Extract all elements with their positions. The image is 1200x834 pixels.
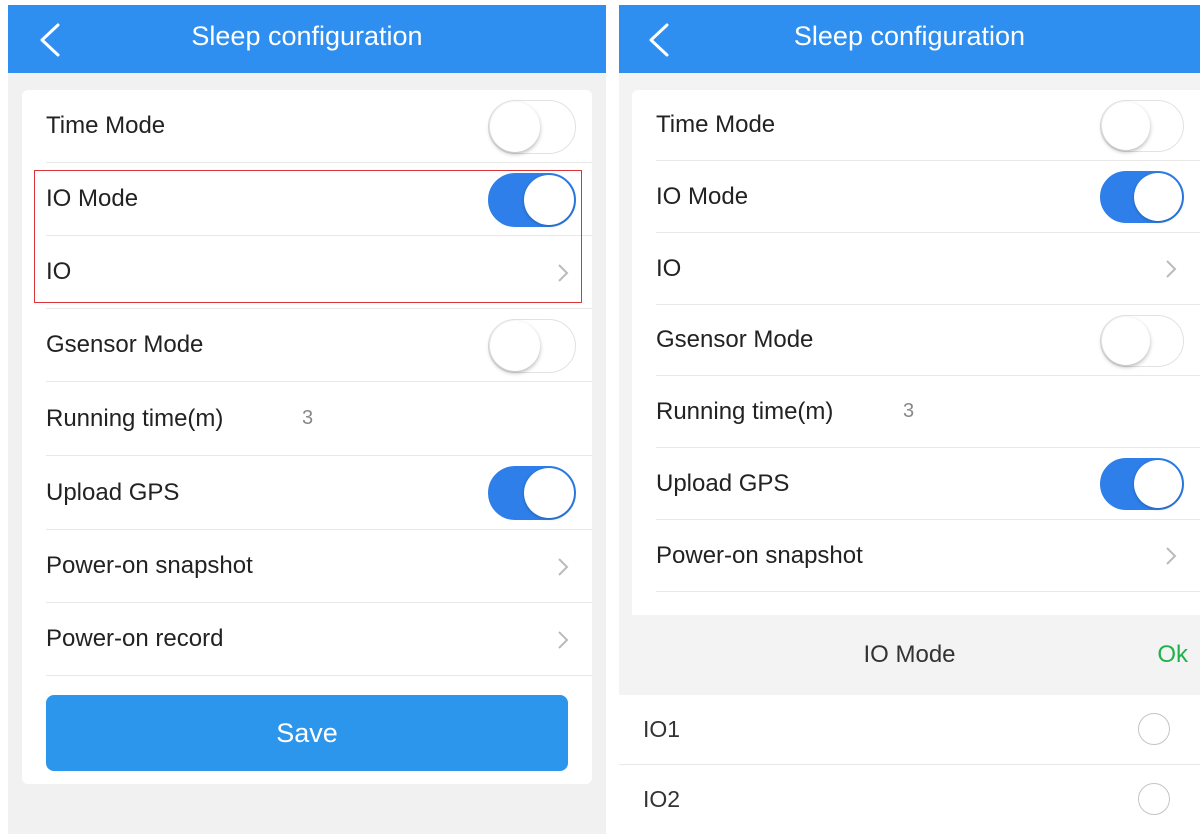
picker-options: IO1 IO2 [619, 695, 1200, 834]
chevron-right-icon[interactable] [556, 629, 570, 651]
option-io1[interactable]: IO1 [619, 695, 1200, 765]
row-label: IO [656, 254, 682, 282]
radio-button[interactable] [1138, 713, 1170, 745]
running-time-value[interactable]: 3 [903, 376, 914, 447]
row-label: Gsensor Mode [656, 326, 814, 353]
chevron-right-icon[interactable] [1164, 545, 1178, 567]
row-label: Gsensor Mode [46, 331, 204, 358]
header-bar: Sleep configuration [619, 5, 1200, 73]
page-title: Sleep configuration [191, 21, 423, 51]
upload-gps-toggle[interactable] [488, 466, 576, 520]
option-label: IO1 [643, 716, 681, 742]
row-label: Running time(m) [46, 404, 224, 432]
radio-button[interactable] [1138, 783, 1170, 815]
chevron-right-icon[interactable] [556, 556, 570, 578]
row-running-time[interactable]: Running time(m) 3 [656, 376, 1200, 448]
row-label: Upload GPS [46, 478, 180, 506]
row-power-on-snapshot[interactable]: Power-on snapshot [46, 530, 592, 603]
row-gsensor-mode: Gsensor Mode [46, 309, 592, 382]
row-label: IO Mode [656, 182, 749, 210]
toggle-knob [1134, 173, 1182, 221]
settings-card: Time Mode IO Mode IO Gsensor Mode Runnin… [632, 90, 1200, 620]
row-time-mode: Time Mode [656, 90, 1200, 161]
row-io[interactable]: IO [656, 233, 1200, 305]
ok-button[interactable]: Ok [1157, 615, 1188, 695]
highlight-box [34, 170, 582, 303]
io-mode-toggle[interactable] [1100, 171, 1184, 223]
row-label: Time Mode [46, 112, 166, 139]
toggle-knob [1102, 317, 1150, 365]
row-io-mode: IO Mode [656, 161, 1200, 233]
picker-title: IO Mode [863, 641, 956, 668]
row-upload-gps: Upload GPS [656, 448, 1200, 520]
toggle-knob [524, 468, 574, 518]
page-title: Sleep configuration [793, 21, 1026, 51]
row-gsensor-mode: Gsensor Mode [656, 305, 1200, 376]
right-screen: Sleep configuration Time Mode IO Mode IO… [619, 5, 1200, 834]
left-screen: Sleep configuration Time Mode IO Mode IO… [8, 5, 606, 834]
row-time-mode: Time Mode [46, 90, 592, 163]
toggle-knob [1102, 102, 1150, 150]
chevron-right-icon[interactable] [1164, 258, 1178, 280]
running-time-value[interactable]: 3 [302, 382, 313, 455]
gsensor-mode-toggle[interactable] [1100, 315, 1184, 367]
row-label: Power-on snapshot [46, 552, 253, 579]
header-bar: Sleep configuration [8, 5, 606, 73]
row-label: Power-on record [46, 625, 224, 652]
gsensor-mode-toggle[interactable] [488, 319, 576, 373]
row-label: Power-on snapshot [656, 541, 863, 569]
row-label: Time Mode [656, 111, 776, 138]
row-label: Upload GPS [656, 469, 790, 497]
time-mode-toggle[interactable] [1100, 100, 1184, 152]
option-label: IO2 [643, 786, 681, 812]
toggle-knob [1134, 460, 1182, 508]
row-label: Running time(m) [656, 397, 834, 425]
time-mode-toggle[interactable] [488, 100, 576, 154]
toggle-knob [490, 321, 540, 371]
picker-header: IO Mode Ok [619, 615, 1200, 695]
option-io2[interactable]: IO2 [619, 765, 1200, 834]
save-button[interactable]: Save [46, 695, 568, 771]
row-power-on-snapshot[interactable]: Power-on snapshot [656, 520, 1200, 592]
row-power-on-record[interactable]: Power-on record [46, 603, 592, 676]
row-upload-gps: Upload GPS [46, 456, 592, 530]
toggle-knob [490, 102, 540, 152]
upload-gps-toggle[interactable] [1100, 458, 1184, 510]
row-running-time[interactable]: Running time(m) 3 [46, 382, 592, 456]
